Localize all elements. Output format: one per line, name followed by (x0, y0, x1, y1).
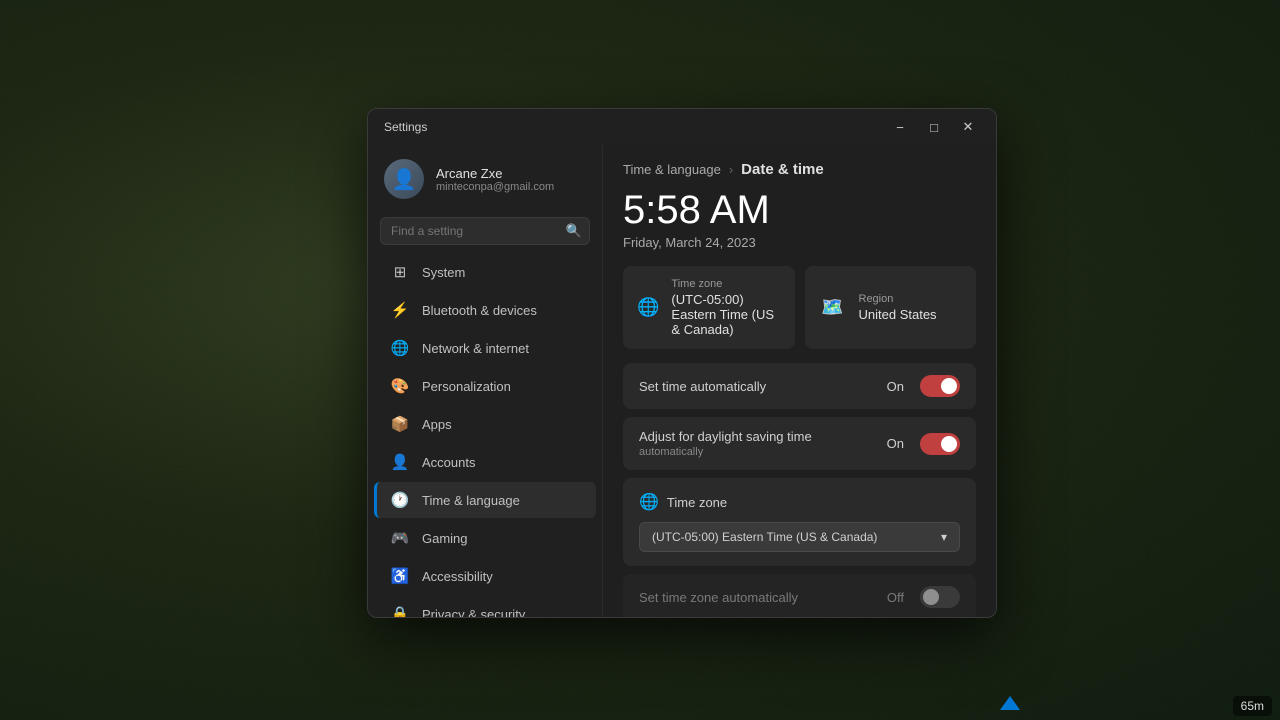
sidebar-item-bluetooth[interactable]: ⚡ Bluetooth & devices (374, 292, 596, 328)
personalization-icon: 🎨 (390, 376, 410, 396)
region-card-value: United States (859, 307, 937, 322)
sidebar-item-label: Apps (422, 417, 452, 432)
breadcrumb-separator: › (729, 162, 733, 177)
taskbar-time: 65m (1233, 696, 1272, 716)
user-info: Arcane Zxe minteconpa@gmail.com (436, 166, 586, 193)
sidebar-item-accessibility[interactable]: ♿ Accessibility (374, 558, 596, 594)
apps-icon: 📦 (390, 414, 410, 434)
sidebar-item-personalization[interactable]: 🎨 Personalization (374, 368, 596, 404)
sidebar-item-network[interactable]: 🌐 Network & internet (374, 330, 596, 366)
accessibility-icon: ♿ (390, 566, 410, 586)
timezone-card-label: Time zone (671, 278, 780, 290)
window-controls: − □ ✕ (884, 115, 984, 139)
daylight-saving-content: Adjust for daylight saving time automati… (639, 429, 812, 458)
current-date-display: Friday, March 24, 2023 (623, 235, 976, 250)
user-name: Arcane Zxe (436, 166, 586, 181)
set-tz-auto-label: Set time zone automatically (639, 590, 798, 605)
timezone-section-icon: 🌐 (639, 492, 659, 512)
sidebar-item-system[interactable]: ⊞ System (374, 254, 596, 290)
timezone-card: 🌐 Time zone (UTC-05:00) Eastern Time (US… (623, 266, 795, 349)
sidebar-item-gaming[interactable]: 🎮 Gaming (374, 520, 596, 556)
sidebar-item-label: Network & internet (422, 341, 529, 356)
accounts-icon: 👤 (390, 452, 410, 472)
region-card-content: Region United States (859, 293, 937, 322)
window-body: 👤 Arcane Zxe minteconpa@gmail.com 🔍 ⊞ Sy… (368, 145, 996, 617)
triangle-indicator (1000, 696, 1020, 710)
time-icon: 🕐 (390, 490, 410, 510)
window-title: Settings (384, 120, 427, 134)
region-card-label: Region (859, 293, 937, 305)
timezone-dropdown[interactable]: (UTC-05:00) Eastern Time (US & Canada) ▾ (639, 522, 960, 552)
set-tz-auto-toggle-wrap: Off (887, 586, 960, 608)
info-cards: 🌐 Time zone (UTC-05:00) Eastern Time (US… (623, 266, 976, 349)
breadcrumb-parent: Time & language (623, 162, 721, 177)
breadcrumb-current: Date & time (741, 161, 824, 178)
timezone-card-content: Time zone (UTC-05:00) Eastern Time (US &… (671, 278, 780, 337)
privacy-icon: 🔒 (390, 604, 410, 617)
close-button[interactable]: ✕ (952, 115, 984, 139)
set-time-auto-toggle[interactable] (920, 375, 960, 397)
set-time-auto-toggle-wrap: On (887, 375, 960, 397)
daylight-saving-label: Adjust for daylight saving time (639, 429, 812, 444)
sidebar-item-label: Gaming (422, 531, 468, 546)
taskbar: 65m (1225, 692, 1280, 720)
chevron-down-icon: ▾ (941, 530, 947, 544)
gaming-icon: 🎮 (390, 528, 410, 548)
daylight-saving-sublabel: automatically (639, 446, 812, 458)
main-content: Time & language › Date & time 5:58 AM Fr… (603, 145, 996, 617)
system-icon: ⊞ (390, 262, 410, 282)
sidebar-item-label: Accounts (422, 455, 475, 470)
sidebar-item-label: Bluetooth & devices (422, 303, 537, 318)
timezone-section-title: 🌐 Time zone (639, 492, 960, 512)
search-box: 🔍 (380, 217, 590, 245)
daylight-saving-toggle[interactable] (920, 433, 960, 455)
region-card: 🗺️ Region United States (805, 266, 977, 349)
set-tz-auto-state: Off (887, 590, 904, 605)
sidebar-item-label: Privacy & security (422, 607, 525, 618)
bluetooth-icon: ⚡ (390, 300, 410, 320)
sidebar-item-privacy[interactable]: 🔒 Privacy & security (374, 596, 596, 617)
set-time-auto-state: On (887, 379, 904, 394)
set-tz-auto-row: Set time zone automatically Off (623, 574, 976, 617)
timezone-section: 🌐 Time zone (UTC-05:00) Eastern Time (US… (623, 478, 976, 566)
timezone-card-icon: 🌐 (637, 294, 659, 322)
set-tz-auto-toggle (920, 586, 960, 608)
sidebar-item-apps[interactable]: 📦 Apps (374, 406, 596, 442)
avatar: 👤 (384, 159, 424, 199)
daylight-saving-state: On (887, 436, 904, 451)
sidebar: 👤 Arcane Zxe minteconpa@gmail.com 🔍 ⊞ Sy… (368, 145, 603, 617)
sidebar-item-label: Accessibility (422, 569, 493, 584)
set-time-auto-label: Set time automatically (639, 379, 766, 394)
sidebar-item-label: System (422, 265, 465, 280)
sidebar-item-accounts[interactable]: 👤 Accounts (374, 444, 596, 480)
current-time-display: 5:58 AM (623, 188, 976, 233)
sidebar-item-time[interactable]: 🕐 Time & language (374, 482, 596, 518)
set-time-auto-row: Set time automatically On (623, 363, 976, 409)
search-icon: 🔍 (566, 223, 582, 239)
maximize-button[interactable]: □ (918, 115, 950, 139)
user-email: minteconpa@gmail.com (436, 181, 586, 193)
network-icon: 🌐 (390, 338, 410, 358)
settings-window: Settings − □ ✕ 👤 Arcane Zxe minteconpa@g… (367, 108, 997, 618)
timezone-card-value: (UTC-05:00) Eastern Time (US & Canada) (671, 292, 780, 337)
minimize-button[interactable]: − (884, 115, 916, 139)
sidebar-item-label: Personalization (422, 379, 511, 394)
sidebar-item-label: Time & language (422, 493, 520, 508)
title-bar: Settings − □ ✕ (368, 109, 996, 145)
breadcrumb: Time & language › Date & time (623, 161, 976, 178)
search-input[interactable] (380, 217, 590, 245)
user-section: 👤 Arcane Zxe minteconpa@gmail.com (368, 145, 602, 213)
timezone-dropdown-value: (UTC-05:00) Eastern Time (US & Canada) (652, 530, 877, 544)
daylight-saving-row: Adjust for daylight saving time automati… (623, 417, 976, 470)
daylight-saving-toggle-wrap: On (887, 433, 960, 455)
region-card-icon: 🗺️ (819, 294, 847, 322)
timezone-section-label: Time zone (667, 495, 727, 510)
